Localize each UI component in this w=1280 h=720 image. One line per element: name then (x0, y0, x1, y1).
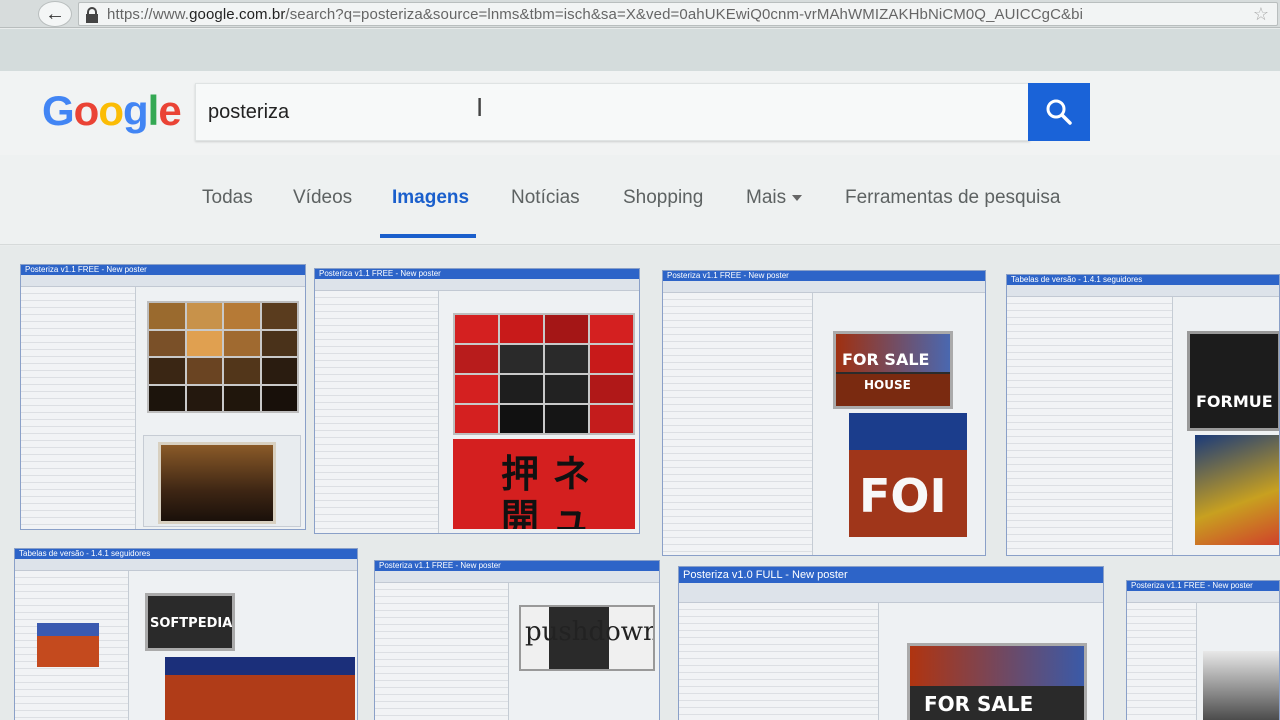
thumb-toolbar (375, 571, 659, 583)
poster-preview (143, 435, 301, 527)
thumb-toolbar (21, 275, 305, 287)
tab-mais-label: Mais (746, 187, 787, 208)
formue-text: FORMUE (1196, 392, 1273, 411)
address-bar[interactable]: https://www.google.com.br/search?q=poste… (78, 2, 1278, 26)
image-result[interactable]: Tabelas de versão - 1.4.1 seguidores FOR… (1006, 274, 1280, 556)
thumb-titlebar: Posteriza v1.1 FREE - New poster (315, 269, 639, 279)
thumb-titlebar: Posteriza v1.1 FREE - New poster (1127, 581, 1279, 591)
poster-grid: FOR SALE HOUSE (833, 331, 953, 409)
thumb-toolbar (663, 281, 985, 293)
pushdown-poster: pushdown (519, 605, 655, 671)
poster-grid: SOFTPEDIA (145, 593, 235, 651)
thumb-panel (315, 291, 439, 533)
thumb-titlebar: Tabelas de versão - 1.4.1 seguidores (15, 549, 357, 559)
bookmark-star-icon[interactable]: ☆ (1253, 4, 1269, 25)
image-result[interactable]: Posteriza v1.1 FREE - New poster 押 ネ 開 ュ (314, 268, 640, 534)
logo-letter: G (42, 87, 75, 134)
chrome-gap (0, 29, 1280, 71)
thumb-titlebar: Tabelas de versão - 1.4.1 seguidores (1007, 275, 1279, 285)
for-sale-text-2: FOR SALE (924, 692, 1034, 716)
thumb-toolbar (15, 559, 357, 571)
search-input[interactable] (208, 101, 1008, 124)
thumb-titlebar: Posteriza v1.1 FREE - New poster (375, 561, 659, 571)
lock-icon (86, 7, 98, 23)
castle-thumb (37, 623, 99, 667)
sunset-image (158, 442, 276, 524)
tab-videos[interactable]: Vídeos (293, 187, 352, 209)
kanji-poster: 押 ネ 開 ュ (453, 439, 635, 529)
castle-poster (165, 657, 355, 720)
search-tabs: Todas Vídeos Imagens Notícias Shopping M… (0, 155, 1280, 245)
image-result[interactable]: Posteriza v1.1 FREE - New poster FOR SAL… (662, 270, 986, 556)
poster-grid: FORMUE (1187, 331, 1279, 431)
for-sale-text: FOR SALE (842, 350, 930, 369)
thumb-titlebar: Posteriza v1.1 FREE - New poster (21, 265, 305, 275)
thumb-panel (375, 583, 509, 720)
dropdown-caret-icon (792, 194, 803, 201)
tree-poster (1203, 651, 1279, 720)
thumb-panel (21, 287, 136, 529)
pushdown-text: pushdown (525, 617, 655, 647)
poster-grid (453, 313, 635, 435)
text-cursor-icon: I (476, 92, 484, 122)
thumb-titlebar: Posteriza v1.1 FREE - New poster (663, 271, 985, 281)
tab-shopping[interactable]: Shopping (623, 187, 703, 209)
thumb-titlebar: Posteriza v1.0 FULL - New poster (679, 567, 1103, 583)
for-text: FOI (859, 469, 947, 523)
poster-grid: FOR SALE (907, 643, 1087, 720)
thumb-panel (679, 603, 879, 720)
back-arrow-icon: ← (45, 2, 65, 25)
logo-letter: o (73, 87, 100, 134)
poster-grid (147, 301, 299, 413)
tab-ferramentas[interactable]: Ferramentas de pesquisa (845, 187, 1060, 209)
image-result[interactable]: Posteriza v1.0 FULL - New poster FOR SAL… (678, 566, 1104, 720)
thumb-panel (1127, 603, 1197, 720)
house-text: HOUSE (864, 378, 911, 392)
tab-noticias[interactable]: Notícias (511, 187, 580, 209)
thumb-toolbar (1127, 591, 1279, 603)
thumb-toolbar (315, 279, 639, 291)
logo-letter: l (147, 87, 160, 134)
image-result[interactable]: Posteriza v1.1 FREE - New poster pushdow… (374, 560, 660, 720)
thumb-panel (1007, 297, 1173, 555)
active-tab-indicator (380, 234, 476, 238)
browser-toolbar: ← https://www.google.com.br/search?q=pos… (0, 0, 1280, 28)
tab-imagens[interactable]: Imagens (392, 187, 469, 209)
thumb-panel (663, 293, 813, 555)
thumb-toolbar (679, 583, 1103, 603)
google-header: Google I (0, 71, 1280, 155)
search-box[interactable]: I (195, 83, 1030, 141)
logo-letter: o (98, 87, 124, 134)
google-logo[interactable]: Google (42, 87, 182, 135)
softpedia-text: SOFTPEDIA (150, 616, 233, 631)
image-result[interactable]: Posteriza v1.1 FREE - New poster (20, 264, 306, 530)
logo-letter: g (122, 87, 149, 134)
image-result[interactable]: Tabelas de versão - 1.4.1 seguidores SOF… (14, 548, 358, 720)
car-image (1195, 435, 1279, 545)
for-poster: FOI (849, 413, 967, 537)
tab-todas[interactable]: Todas (202, 187, 253, 209)
search-button[interactable] (1028, 83, 1090, 141)
thumb-toolbar (1007, 285, 1279, 297)
url-text: https://www.google.com.br/search?q=poste… (107, 6, 1084, 23)
back-button[interactable]: ← (38, 1, 72, 27)
image-result[interactable]: Posteriza v1.1 FREE - New poster (1126, 580, 1280, 720)
tab-mais[interactable]: Mais (746, 187, 803, 209)
kanji-line-2: 開 ュ (501, 496, 591, 529)
image-results: Posteriza v1.1 FREE - New poster Posteri… (0, 246, 1280, 720)
logo-letter: e (158, 87, 181, 134)
search-icon (1046, 99, 1072, 125)
